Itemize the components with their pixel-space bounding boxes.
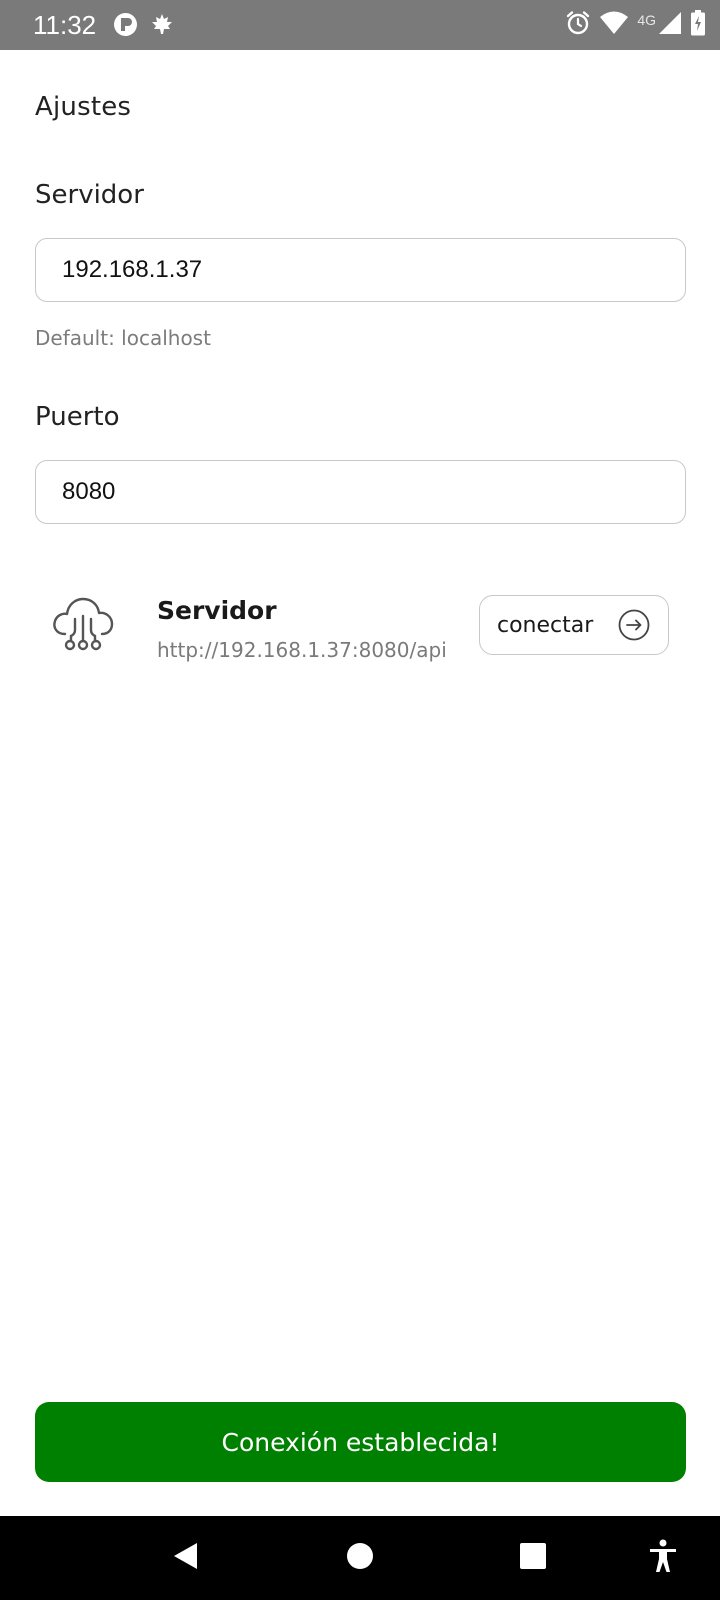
battery-charging-icon [690, 10, 706, 40]
leaf-notification-icon [150, 12, 174, 41]
cloud-network-icon [51, 594, 115, 652]
back-icon [171, 1541, 199, 1575]
status-left-icons [113, 12, 174, 41]
nav-back-button[interactable] [165, 1516, 205, 1600]
status-bar: 11:32 4G [0, 0, 720, 50]
page-title: Ajustes [35, 92, 132, 122]
server-url: http://192.168.1.37:8080/api [157, 638, 447, 662]
accessibility-icon [648, 1539, 678, 1577]
connection-success-banner: Conexión establecida! [35, 1402, 686, 1482]
network-type-label: 4G [637, 12, 656, 28]
nav-home-button[interactable] [340, 1516, 380, 1600]
nav-recents-button[interactable] [513, 1516, 553, 1600]
status-time: 11:32 [33, 10, 97, 40]
server-input[interactable] [35, 238, 686, 302]
connect-button[interactable]: conectar [479, 595, 669, 655]
arrow-right-circle-icon [618, 609, 650, 641]
app-notification-icon [113, 12, 138, 41]
system-nav-bar [0, 1516, 720, 1600]
alarm-icon [565, 10, 591, 40]
connection-success-text: Conexión establecida! [221, 1427, 500, 1457]
port-field-label: Puerto [35, 402, 120, 432]
nav-accessibility-button[interactable] [645, 1516, 681, 1600]
port-input[interactable] [35, 460, 686, 524]
home-icon [346, 1542, 374, 1574]
wifi-icon [599, 10, 629, 40]
connect-button-label: conectar [497, 612, 594, 638]
settings-screen: 11:32 4G Ajustes Servidor 192.168.1.37 D… [0, 0, 720, 1600]
signal-icon [658, 11, 682, 39]
server-field-label: Servidor [35, 180, 144, 210]
server-card: Servidor http://192.168.1.37:8080/api co… [35, 582, 686, 662]
server-helper-text: Default: localhost [35, 326, 211, 350]
status-right-icons: 4G [565, 10, 706, 40]
recents-icon [519, 1542, 547, 1574]
server-card-title: Servidor [157, 596, 277, 625]
